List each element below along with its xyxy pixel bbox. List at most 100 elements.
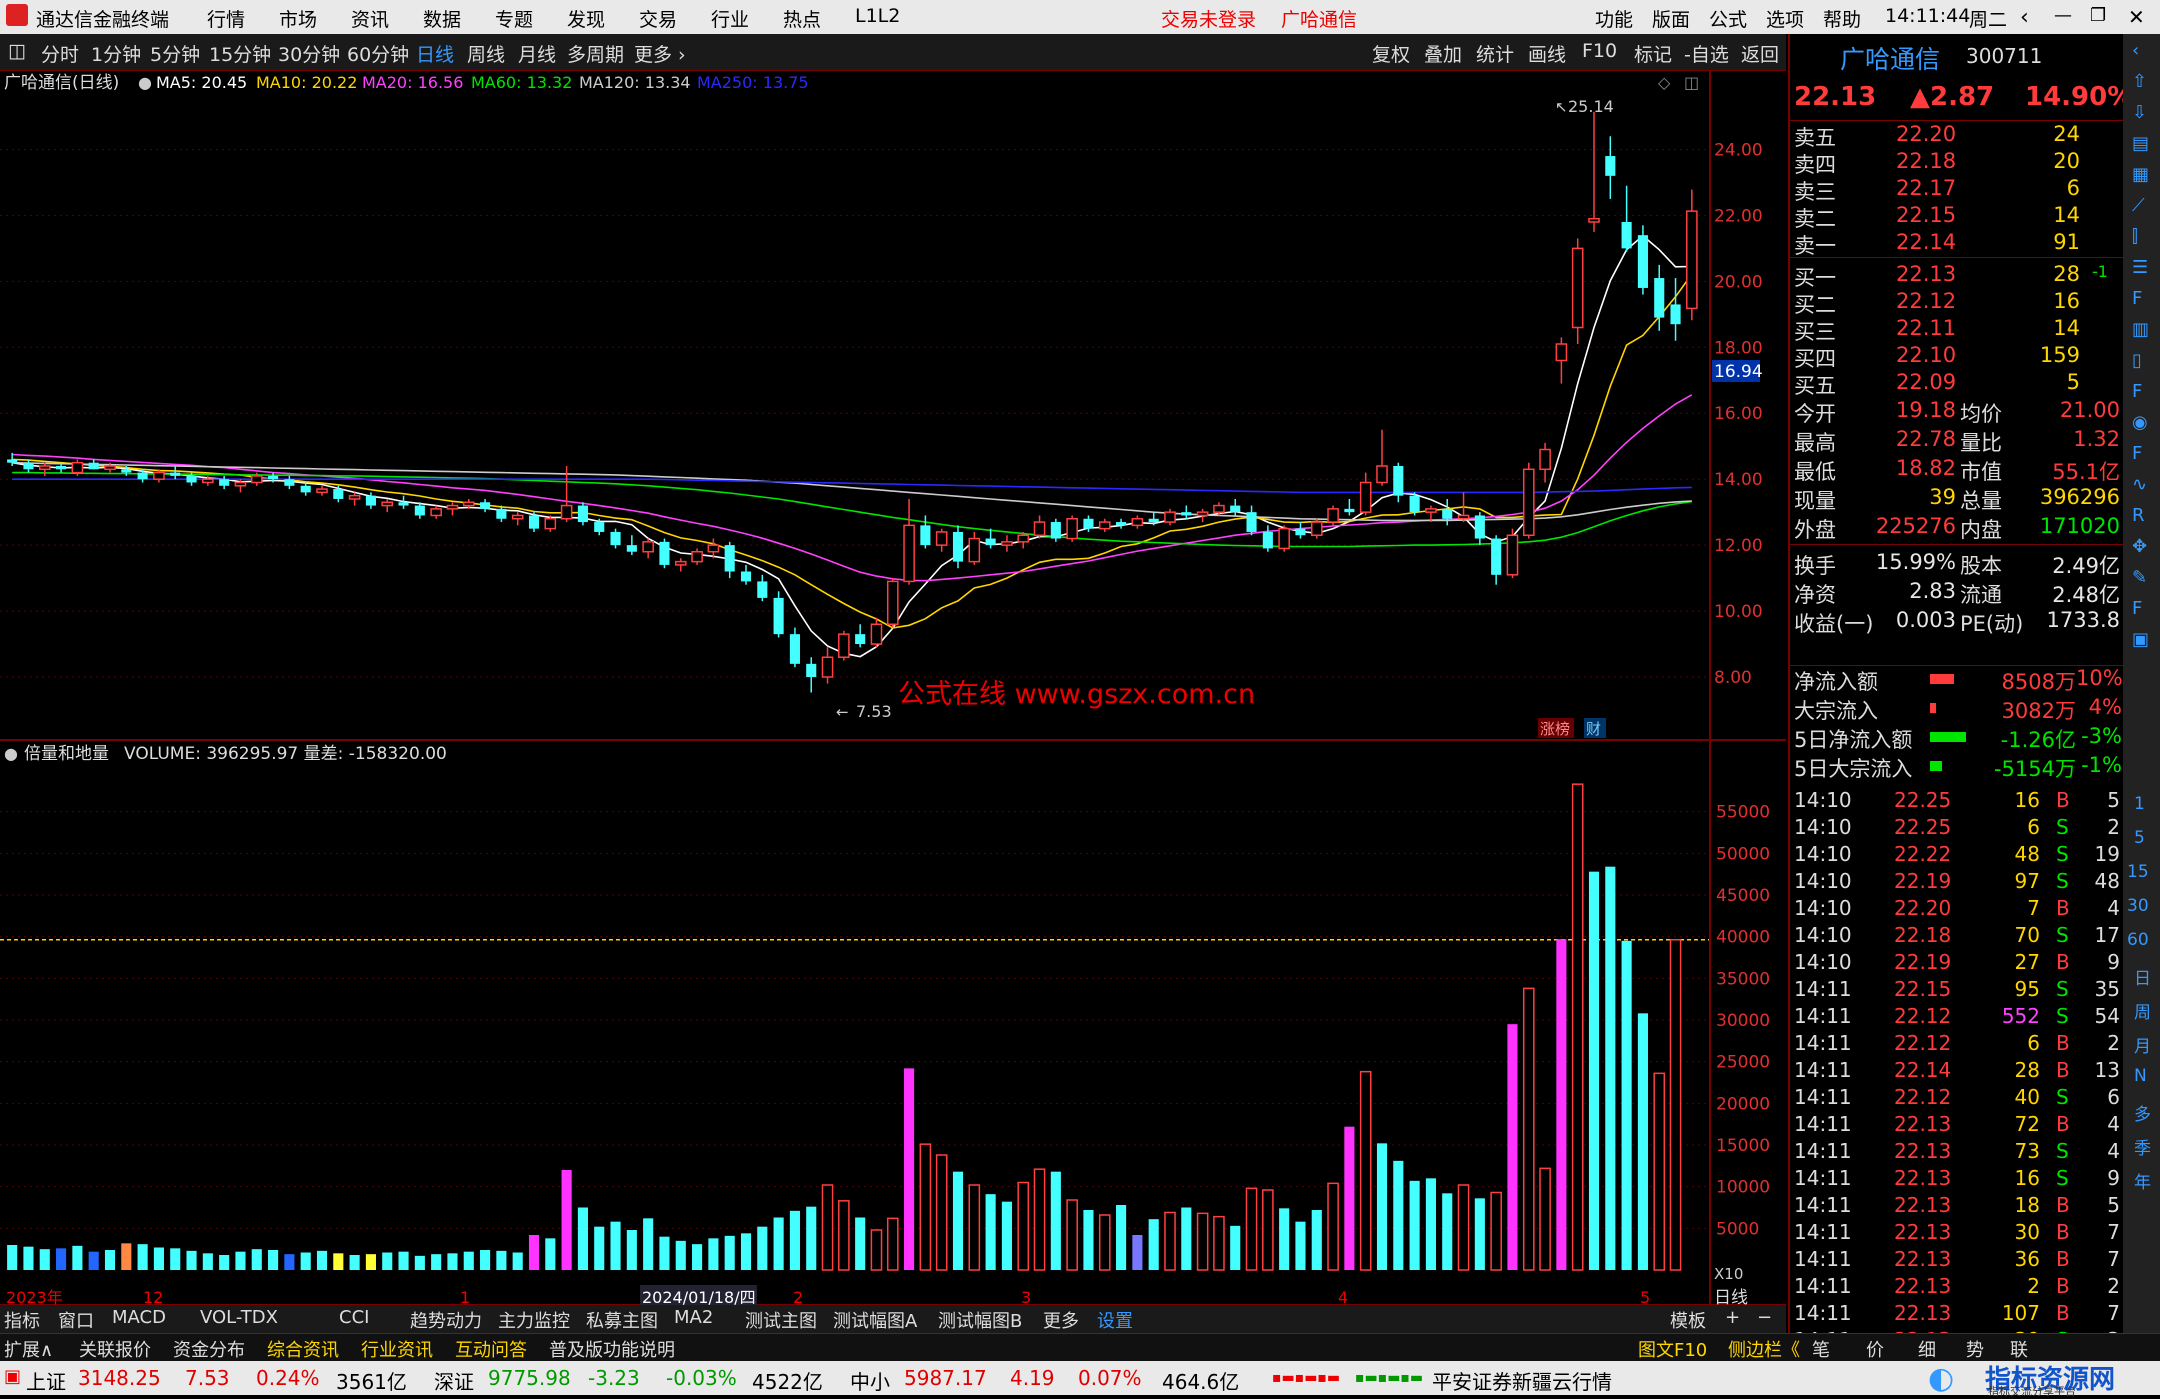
fs-icon[interactable]: F	[2132, 598, 2142, 619]
ext-right-tab-2[interactable]: 笔	[1812, 1336, 1830, 1362]
ext-tab-4[interactable]: 行业资讯	[361, 1336, 433, 1362]
news-icon[interactable]: ▤	[2132, 133, 2149, 154]
side-period-10[interactable]: 季	[2134, 1134, 2151, 1159]
bid-price[interactable]: 22.11	[1896, 316, 1956, 340]
period-more[interactable]: 更多 ›	[634, 40, 686, 67]
menu-jiaoyi[interactable]: 交易	[639, 5, 677, 32]
rsi-icon[interactable]: R	[2132, 505, 2145, 526]
ext-tab-6[interactable]: 普及版功能说明	[549, 1336, 675, 1362]
side-period-1[interactable]: 5	[2134, 828, 2145, 848]
side-period-5[interactable]: 日	[2134, 964, 2151, 989]
chart-icon[interactable]: ⟋	[2132, 195, 2145, 216]
cai-badge[interactable]: 财	[1586, 720, 1601, 738]
indicator-tab-13[interactable]: 设置	[1097, 1307, 1133, 1333]
menu-bangzhu[interactable]: 帮助	[1823, 5, 1861, 32]
pen-icon[interactable]: ✎	[2132, 567, 2147, 588]
side-period-0[interactable]: 1	[2134, 794, 2145, 814]
ask-price[interactable]: 22.20	[1896, 122, 1956, 146]
ext-tab-0[interactable]: 扩展∧	[4, 1336, 53, 1362]
chart-expand-icon[interactable]: ◫	[1684, 73, 1699, 92]
indicator-tab-6[interactable]: 主力监控	[498, 1307, 570, 1333]
x10-label[interactable]: X10	[1714, 1265, 1743, 1283]
menu-xuanxiang[interactable]: 选项	[1766, 5, 1804, 32]
image-icon[interactable]: ▣	[2132, 629, 2149, 650]
menu-zixun[interactable]: 资讯	[351, 5, 389, 32]
trade-status[interactable]: 交易未登录	[1161, 5, 1256, 32]
indicator-tab-11[interactable]: 测试幅图B	[938, 1307, 1022, 1333]
ask-price[interactable]: 22.18	[1896, 149, 1956, 173]
down-arrow-icon[interactable]: ⇩	[2132, 102, 2147, 123]
menu-shichang[interactable]: 市场	[279, 5, 317, 32]
indicator-tab-5[interactable]: 趋势动力	[410, 1307, 482, 1333]
zhangbang-badge[interactable]: 涨榜	[1540, 720, 1570, 738]
indicator-tab-4[interactable]: CCI	[339, 1307, 369, 1328]
indicator-tab-14[interactable]: 模板	[1670, 1307, 1706, 1333]
side-period-2[interactable]: 15	[2127, 862, 2149, 882]
up-arrow-icon[interactable]: ⇧	[2132, 71, 2147, 92]
period-multi[interactable]: 多周期	[567, 40, 624, 67]
bid-price[interactable]: 22.12	[1896, 289, 1956, 313]
indicator-tab-15[interactable]: +	[1725, 1307, 1740, 1328]
doc-icon[interactable]: ▯	[2132, 350, 2142, 371]
menu-gongneng[interactable]: 功能	[1595, 5, 1633, 32]
indicator-tab-16[interactable]: −	[1757, 1307, 1772, 1328]
tool-tongji[interactable]: 统计	[1476, 40, 1514, 67]
ext-right-tab-1[interactable]: 侧边栏《	[1728, 1336, 1800, 1362]
tool-biaoji[interactable]: 标记	[1634, 40, 1672, 67]
menu-shuju[interactable]: 数据	[423, 5, 461, 32]
tool-f10[interactable]: F10	[1582, 40, 1617, 62]
move-icon[interactable]: ✥	[2132, 536, 2147, 557]
ext-right-tab-3[interactable]: 价	[1866, 1336, 1884, 1362]
f2-icon[interactable]: F	[2132, 443, 2142, 464]
indicator-tab-2[interactable]: MACD	[112, 1307, 166, 1328]
side-period-6[interactable]: 周	[2134, 998, 2151, 1023]
period-fenshi[interactable]: 分时	[41, 40, 79, 67]
menu-zhuanti[interactable]: 专题	[495, 5, 533, 32]
f10-icon[interactable]: F	[2132, 381, 2142, 402]
menu-banmian[interactable]: 版面	[1652, 5, 1690, 32]
period-30min[interactable]: 30分钟	[278, 40, 340, 67]
indicator-tab-1[interactable]: 窗口	[58, 1307, 94, 1333]
collapse-icon[interactable]: ‹	[2132, 40, 2139, 61]
index-name[interactable]: 中小	[850, 1366, 890, 1395]
indicator-tab-9[interactable]: 测试主图	[745, 1307, 817, 1333]
ext-right-tab-4[interactable]: 细	[1918, 1336, 1936, 1362]
minimize-icon[interactable]: —	[2054, 5, 2072, 26]
bid-price[interactable]: 22.09	[1896, 370, 1956, 394]
restore-icon[interactable]: ❐	[2090, 5, 2106, 26]
indicator-tab-0[interactable]: 指标	[4, 1307, 40, 1333]
tool-huaxian[interactable]: 画线	[1528, 40, 1566, 67]
back-arrow-icon[interactable]: ‹	[2020, 5, 2029, 30]
menu-hangqing[interactable]: 行情	[207, 5, 245, 32]
server-name[interactable]: 平安证券新疆云行情	[1432, 1366, 1612, 1395]
tool-fuquan[interactable]: 复权	[1372, 40, 1410, 67]
period-1min[interactable]: 1分钟	[91, 40, 141, 67]
side-period-11[interactable]: 年	[2134, 1168, 2151, 1193]
period-5min[interactable]: 5分钟	[150, 40, 200, 67]
period-15min[interactable]: 15分钟	[209, 40, 271, 67]
wave-icon[interactable]: ∿	[2132, 474, 2147, 495]
ext-right-tab-5[interactable]: 势	[1966, 1336, 1984, 1362]
indicator-tab-8[interactable]: MA2	[674, 1307, 713, 1328]
menu-gongshi[interactable]: 公式	[1709, 5, 1747, 32]
ask-price[interactable]: 22.15	[1896, 203, 1956, 227]
ask-price[interactable]: 22.14	[1896, 230, 1956, 254]
f10-icon[interactable]: F	[2132, 288, 2142, 309]
side-period-3[interactable]: 30	[2127, 896, 2149, 916]
menu-redian[interactable]: 热点	[783, 5, 821, 32]
period-monthly[interactable]: 月线	[518, 40, 556, 67]
tool-zixuan[interactable]: -自选	[1684, 40, 1729, 67]
period-weekly[interactable]: 周线	[467, 40, 505, 67]
bid-price[interactable]: 22.10	[1896, 343, 1956, 367]
period-daily[interactable]: 日线	[416, 40, 454, 67]
toggle-panel-icon[interactable]: ◫	[8, 40, 26, 62]
side-period-9[interactable]: 多	[2134, 1100, 2151, 1125]
period-60min[interactable]: 60分钟	[347, 40, 409, 67]
candle-icon[interactable]: ⫿	[2132, 226, 2138, 247]
volume-toggle-icon[interactable]: ●	[4, 744, 18, 763]
indicator-tab-12[interactable]: 更多	[1043, 1307, 1079, 1333]
ext-tab-1[interactable]: 关联报价	[79, 1336, 151, 1362]
close-icon[interactable]: ✕	[2128, 5, 2145, 29]
ext-right-tab-0[interactable]: 图文F10	[1638, 1336, 1707, 1362]
kline-chart[interactable]: 8.00 10.00 12.00 14.00 16.00 18.00 20.00 22.00 2…	[0, 70, 1786, 1308]
